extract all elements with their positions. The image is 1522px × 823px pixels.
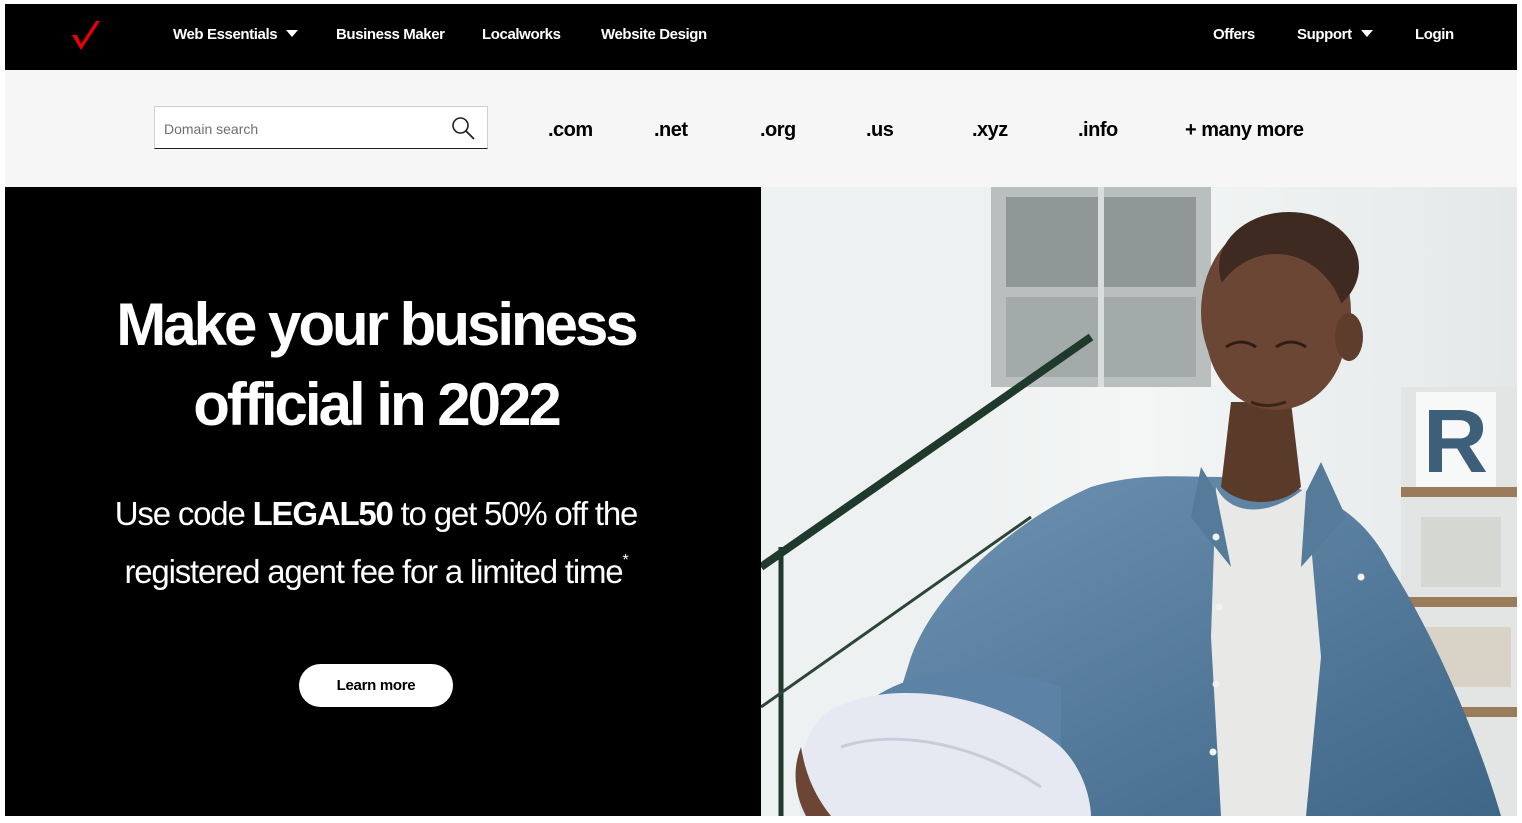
page: Web Essentials Business Maker Localworks… bbox=[5, 4, 1517, 816]
tld-org-link[interactable]: .org bbox=[760, 119, 796, 142]
verizon-checkmark-icon[interactable] bbox=[69, 19, 103, 53]
domain-search-input[interactable] bbox=[162, 107, 446, 150]
promo-code: LEGAL50 bbox=[252, 495, 394, 532]
nav-support[interactable]: Support bbox=[1297, 26, 1373, 43]
nav-website-design[interactable]: Website Design bbox=[601, 26, 707, 43]
hero-title-line-2: official in 2022 bbox=[193, 371, 561, 438]
hero-title: Make your business official in 2022 bbox=[5, 285, 747, 445]
nav-business-maker[interactable]: Business Maker bbox=[336, 26, 445, 43]
hero-subtitle-part-2: to get 50% off the bbox=[392, 495, 639, 532]
top-navigation: Web Essentials Business Maker Localworks… bbox=[5, 4, 1517, 70]
nav-support-label: Support bbox=[1297, 26, 1352, 43]
chevron-down-icon bbox=[286, 30, 299, 37]
learn-more-button[interactable]: Learn more bbox=[299, 664, 453, 707]
hero-subtitle-part-1: Use code bbox=[114, 495, 253, 532]
nav-localworks[interactable]: Localworks bbox=[482, 26, 561, 43]
chevron-down-icon bbox=[1360, 30, 1373, 37]
tld-many-more-link[interactable]: + many more bbox=[1185, 119, 1304, 142]
svg-text:R: R bbox=[1423, 392, 1488, 492]
nav-web-essentials-label: Web Essentials bbox=[173, 26, 278, 43]
hero-panel: Make your business official in 2022 Use … bbox=[5, 187, 761, 816]
domain-search-bar: .com .net .org .us .xyz .info + many mor… bbox=[5, 70, 1517, 187]
hero-subtitle: Use code LEGAL50 to get 50% off the regi… bbox=[5, 490, 747, 595]
tld-info-link[interactable]: .info bbox=[1078, 119, 1118, 142]
nav-login[interactable]: Login bbox=[1415, 26, 1454, 43]
tld-com-link[interactable]: .com bbox=[548, 119, 593, 142]
nav-web-essentials[interactable]: Web Essentials bbox=[173, 26, 299, 43]
tld-net-link[interactable]: .net bbox=[654, 119, 688, 142]
hero-title-line-1: Make your business bbox=[116, 291, 639, 358]
hero-image: R bbox=[761, 187, 1517, 816]
nav-offers[interactable]: Offers bbox=[1213, 26, 1255, 43]
footnote-marker: * bbox=[622, 552, 628, 569]
hero-subtitle-line-2: registered agent fee for a limited time bbox=[124, 553, 623, 590]
search-icon[interactable] bbox=[451, 116, 475, 140]
domain-search-box[interactable] bbox=[154, 106, 488, 150]
tld-us-link[interactable]: .us bbox=[866, 119, 894, 142]
hero-photo-illustration: R bbox=[761, 187, 1517, 816]
tld-xyz-link[interactable]: .xyz bbox=[972, 119, 1008, 142]
